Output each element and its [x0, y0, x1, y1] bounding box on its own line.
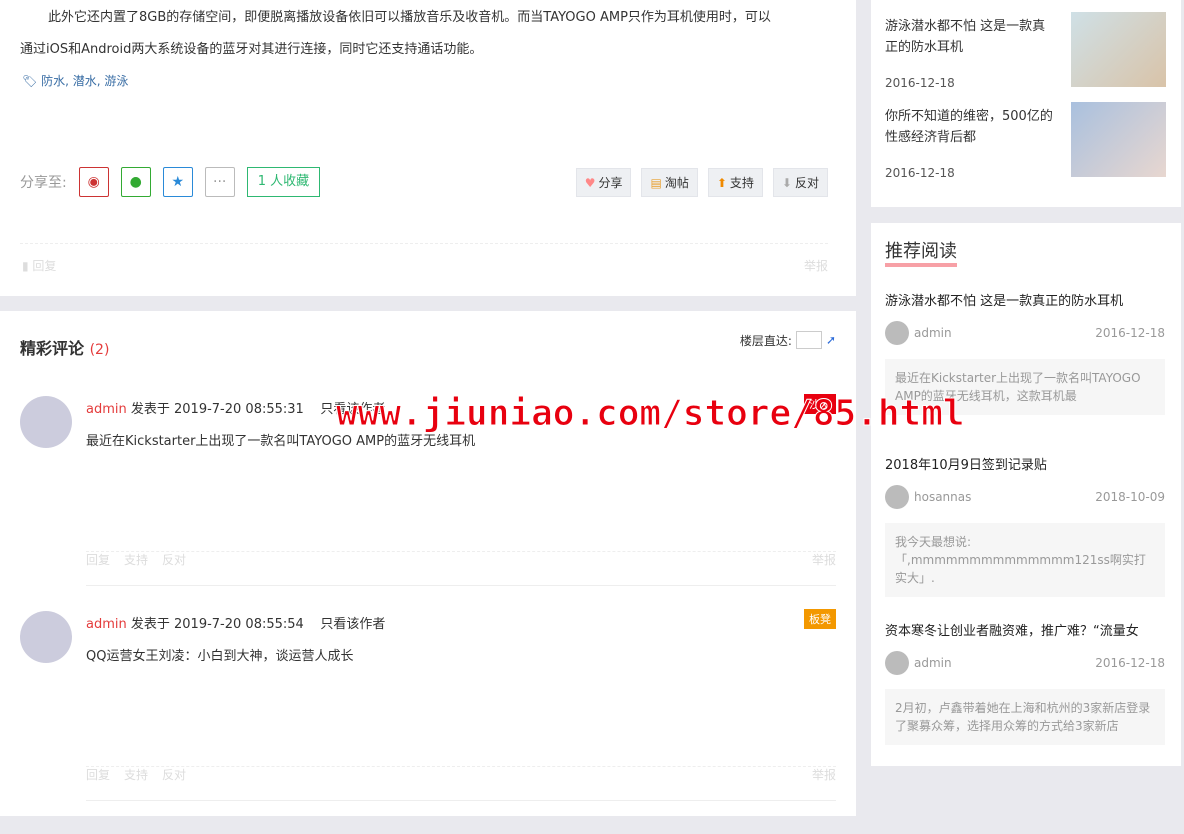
side-article-title[interactable]: 你所不知道的维密，500亿的性感经济背后都	[885, 106, 1055, 148]
support-link[interactable]: 支持	[124, 551, 148, 568]
avatar[interactable]	[20, 611, 72, 663]
comments-title: 精彩评论 (2)	[20, 339, 110, 358]
share-label: 分享至:	[20, 175, 67, 191]
side-article-title[interactable]: 游泳潜水都不怕 这是一款真正的防水耳机	[885, 16, 1055, 58]
share-bar: 分享至: ◉ ● ★ ··· 1 人收藏	[20, 167, 321, 197]
only-author-link[interactable]: 只看该作者	[320, 617, 385, 632]
comment-user[interactable]: admin	[86, 402, 127, 417]
qzone-share-icon[interactable]: ★	[162, 167, 193, 197]
floor-jump-label: 楼层直达:	[739, 333, 792, 348]
report-link[interactable]: 举报	[812, 551, 836, 568]
floor-badge: 板凳	[804, 609, 836, 629]
side-article-date: 2016-12-18	[885, 76, 955, 90]
more-share-icon[interactable]: ···	[204, 167, 235, 197]
wechat-share-icon[interactable]: ●	[120, 167, 151, 197]
recommend-item[interactable]: 资本寒冬让创业者融资难，推广难？“流量女 admin 2016-12-18 2月初…	[885, 620, 1165, 745]
floor-jump-input[interactable]	[795, 331, 822, 349]
comments-panel: 精彩评论 (2) 楼层直达: ➚ admin 发表于 2019-7-20 08:…	[0, 311, 856, 816]
divider	[20, 243, 828, 244]
article-thumbnail[interactable]	[1071, 102, 1166, 177]
comment-user[interactable]: admin	[86, 617, 127, 632]
reply-link[interactable]: 回复	[86, 551, 110, 568]
recommend-panel: 推荐阅读 游泳潜水都不怕 这是一款真正的防水耳机 admin 2016-12-18…	[871, 223, 1181, 766]
recommend-title: 推荐阅读	[885, 241, 957, 267]
comment-item: admin 发表于 2019-7-20 08:55:54 只看该作者 板凳 QQ…	[20, 609, 836, 801]
avatar	[885, 651, 909, 675]
recommend-item[interactable]: 2018年10月9日签到记录贴 hosannas 2018-10-09 我今天最想…	[885, 454, 1165, 597]
support-link[interactable]: 支持	[124, 766, 148, 783]
comment-time: 发表于 2019-7-20 08:55:54	[130, 617, 304, 632]
article-thumbnail[interactable]	[1071, 12, 1166, 87]
comment-time: 发表于 2019-7-20 08:55:31	[130, 402, 304, 417]
share-button[interactable]: ♥ 分享	[575, 168, 632, 197]
weibo-share-icon[interactable]: ◉	[78, 167, 109, 197]
report-link[interactable]: 举报	[812, 766, 836, 783]
tag-links[interactable]: 防水, 潜水, 游泳	[41, 74, 128, 88]
oppose-link[interactable]: 反对	[162, 551, 186, 568]
tag-icon: 🏷	[22, 74, 38, 88]
taotie-button[interactable]: ▤ 淘帖	[641, 168, 698, 197]
oppose-link[interactable]: 反对	[162, 766, 186, 783]
side-article-date: 2016-12-18	[885, 166, 955, 180]
reply-link[interactable]: ▮ 回复	[22, 257, 56, 274]
comment-text: QQ运营女王刘凌：小白到大神，谈运营人成长	[86, 649, 354, 664]
favorite-button[interactable]: 1 人收藏	[246, 167, 321, 197]
support-button[interactable]: ⬆ 支持	[707, 168, 763, 197]
avatar	[885, 485, 909, 509]
jump-icon[interactable]: ➚	[826, 333, 836, 347]
arrow-down-icon: ⬇	[781, 175, 792, 190]
report-link[interactable]: 举报	[804, 257, 828, 274]
avatar	[885, 321, 909, 345]
tray-icon: ▤	[650, 175, 662, 190]
watermark: www.jiuniao.com/store/85.html	[336, 393, 966, 435]
avatar[interactable]	[20, 396, 72, 448]
oppose-button[interactable]: ⬇ 反对	[772, 168, 828, 197]
arrow-up-icon: ⬆	[716, 175, 727, 190]
reply-link[interactable]: 回复	[86, 766, 110, 783]
heart-icon: ♥	[584, 175, 596, 190]
tags[interactable]: 🏷 防水, 潜水, 游泳	[22, 72, 128, 89]
article-text: 此外它还内置了8GB的存储空间，即便脱离播放设备依旧可以播放音乐及收音机。而当T…	[48, 10, 771, 25]
article-text: 通过iOS和Android两大系统设备的蓝牙对其进行连接，同时它还支持通话功能。	[20, 42, 483, 57]
side-articles: 游泳潜水都不怕 这是一款真正的防水耳机 2016-12-18 你所不知道的维密，…	[871, 0, 1181, 207]
article-panel: 此外它还内置了8GB的存储空间，即便脱离播放设备依旧可以播放音乐及收音机。而当T…	[0, 0, 856, 296]
